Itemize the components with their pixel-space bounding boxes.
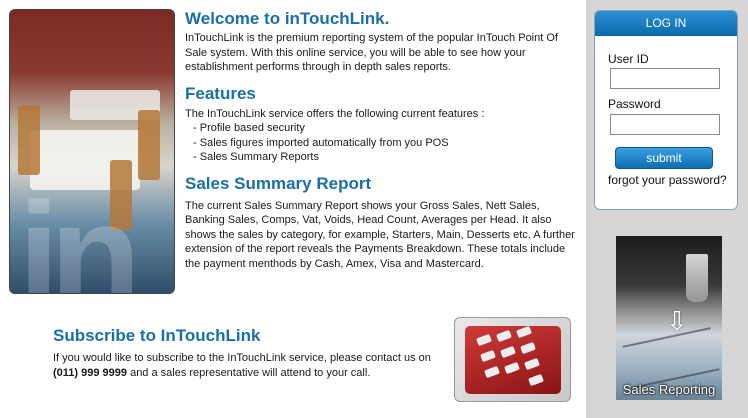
welcome-heading: Welcome to inTouchLink. — [185, 9, 390, 28]
login-box: LOG IN User ID Password submit forgot yo… — [594, 10, 738, 210]
user-id-label: User ID — [608, 52, 649, 66]
sales-reporting-link[interactable]: ⇩ Sales Reporting — [616, 236, 722, 400]
password-input[interactable] — [610, 114, 720, 135]
subscribe-text-before: If you would like to subscribe to the In… — [53, 352, 431, 364]
features-intro: The InTouchLink service offers the follo… — [185, 107, 485, 120]
user-id-input[interactable] — [610, 68, 720, 89]
list-item: Profile based security — [193, 121, 575, 136]
down-arrow-icon: ⇩ — [666, 306, 688, 336]
subscribe-text-after: and a sales representative will attend t… — [127, 366, 371, 379]
subscribe-text: If you would like to subscribe to the In… — [53, 351, 453, 380]
subscribe-heading: Subscribe to InTouchLink — [53, 326, 261, 345]
submit-button[interactable]: submit — [615, 147, 713, 169]
login-header: LOG IN — [595, 11, 737, 36]
subscribe-section: Subscribe to InTouchLink If you would li… — [53, 326, 453, 380]
sales-reporting-caption: Sales Reporting — [622, 382, 716, 397]
summary-heading: Sales Summary Report — [185, 173, 372, 193]
glass-image — [686, 254, 708, 302]
features-list: Profile based security Sales figures imp… — [185, 121, 575, 165]
welcome-text: InTouchLink is the premium reporting sys… — [185, 32, 558, 73]
password-label: Password — [608, 97, 661, 111]
list-item: Sales Summary Reports — [193, 150, 575, 165]
phone-keypad-photo — [454, 317, 571, 402]
list-item: Sales figures imported automatically fro… — [193, 136, 575, 151]
forgot-password-link[interactable]: forgot your password? — [608, 173, 727, 187]
summary-text: The current Sales Summary Report shows y… — [185, 199, 575, 270]
restaurant-photo: in — [9, 9, 175, 294]
main-content: Welcome to inTouchLink. InTouchLink is t… — [185, 9, 575, 271]
phone-number: (011) 999 9999 — [53, 366, 128, 379]
features-heading: Features — [185, 83, 256, 103]
